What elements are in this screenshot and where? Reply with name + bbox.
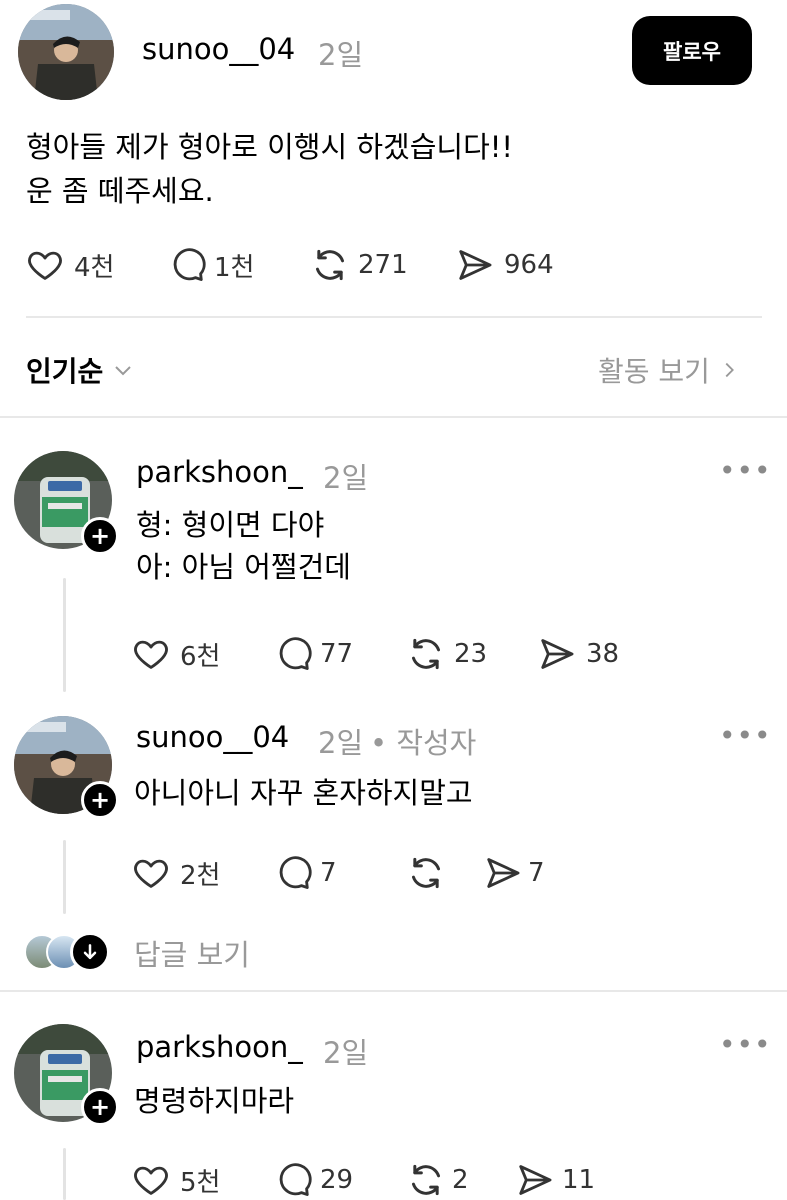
reply-text-line-1: 명령하지마라 xyxy=(134,1084,295,1118)
post-username[interactable]: sunoo__04 xyxy=(142,32,295,66)
share-button[interactable]: 7 xyxy=(484,854,545,892)
reply-username[interactable]: parkshoon_ xyxy=(136,1030,303,1064)
activity-label: 활동 보기 xyxy=(598,355,710,388)
like-count: 5천 xyxy=(180,1167,221,1198)
like-button[interactable]: 2천 xyxy=(132,854,274,892)
author-tag: • 작성자 xyxy=(370,726,477,760)
repost-icon xyxy=(406,634,446,674)
sort-divider xyxy=(0,416,787,418)
chevron-down-icon xyxy=(115,366,131,376)
activity-link[interactable]: 활동 보기 xyxy=(598,350,740,390)
comment-button[interactable]: 7 xyxy=(274,854,406,892)
comment-bubble-icon xyxy=(274,854,312,892)
share-button[interactable]: 38 xyxy=(538,635,619,673)
reply-username[interactable]: parkshoon_ xyxy=(136,455,303,489)
sort-label: 인기순 xyxy=(26,355,104,388)
repost-count: 2 xyxy=(452,1165,469,1195)
share-count: 38 xyxy=(586,639,620,669)
thread-line xyxy=(63,578,66,692)
repost-button[interactable]: 271 xyxy=(310,245,456,285)
reply-text-line-2: 아: 아님 어쩔건데 xyxy=(136,550,351,584)
follow-plus-button[interactable]: + xyxy=(81,781,119,819)
comment-bubble-icon xyxy=(168,246,206,284)
repost-button[interactable]: 23 xyxy=(406,634,538,674)
post-avatar[interactable] xyxy=(18,4,114,100)
reply-time: 2일 xyxy=(323,461,369,495)
heart-icon xyxy=(132,854,170,892)
post-text-line-1: 형아들 제가 형아로 이행시 하겠습니다!! xyxy=(26,130,514,164)
share-button[interactable]: 964 xyxy=(456,246,554,284)
more-dots-icon[interactable]: ••• xyxy=(719,454,772,487)
post-text-line-2: 운 좀 떼주세요. xyxy=(26,174,214,208)
like-button[interactable]: 5천 xyxy=(132,1161,274,1199)
reply-username[interactable]: sunoo__04 xyxy=(136,720,289,754)
send-icon xyxy=(456,246,494,284)
send-icon xyxy=(484,854,522,892)
heart-icon xyxy=(26,246,64,284)
comment-bubble-icon xyxy=(274,635,312,673)
comment-count: 1천 xyxy=(214,252,255,283)
comment-button[interactable]: 1천 xyxy=(168,246,310,284)
post-divider xyxy=(26,316,762,318)
like-count: 6천 xyxy=(180,641,221,672)
reply-actions: 2천 7 7 xyxy=(132,851,545,895)
follow-plus-button[interactable]: + xyxy=(81,1088,119,1126)
repost-icon xyxy=(406,853,446,893)
send-icon xyxy=(538,635,576,673)
view-replies-avatars[interactable] xyxy=(24,932,110,972)
reply-text-line-1: 아니아니 자꾸 혼자하지말고 xyxy=(134,776,473,810)
like-button[interactable]: 4천 xyxy=(26,246,168,284)
follow-plus-button[interactable]: + xyxy=(81,517,119,555)
share-button[interactable]: 11 xyxy=(516,1161,595,1199)
follow-button-label: 팔로우 xyxy=(663,39,721,64)
more-dots-icon[interactable]: ••• xyxy=(719,719,772,752)
reply-time: 2일 xyxy=(323,1036,369,1070)
repost-count: 23 xyxy=(454,639,488,669)
comment-count: 77 xyxy=(320,639,354,669)
thread-line xyxy=(63,1148,66,1200)
reply-actions: 5천 29 2 11 xyxy=(132,1158,595,1200)
thread-line xyxy=(63,840,66,914)
arrow-down-icon xyxy=(70,932,110,972)
reply-time: 2일 xyxy=(318,726,364,760)
view-replies-link[interactable]: 답글 보기 xyxy=(134,932,250,974)
reply-text-line-1: 형: 형이면 다야 xyxy=(136,508,325,542)
like-count: 2천 xyxy=(180,860,221,891)
repost-icon xyxy=(406,1160,446,1200)
comment-button[interactable]: 29 xyxy=(274,1161,406,1199)
share-count: 11 xyxy=(562,1165,596,1195)
like-button[interactable]: 6천 xyxy=(132,635,274,673)
repost-button[interactable] xyxy=(406,853,484,893)
post-actions: 4천 1천 271 964 xyxy=(26,243,554,287)
more-dots-icon[interactable]: ••• xyxy=(719,1028,772,1061)
reply-divider xyxy=(0,990,787,992)
share-count: 7 xyxy=(528,858,545,888)
comment-bubble-icon xyxy=(274,1161,312,1199)
heart-icon xyxy=(132,635,170,673)
share-count: 964 xyxy=(504,250,554,280)
follow-button[interactable]: 팔로우 xyxy=(632,16,752,85)
like-count: 4천 xyxy=(74,252,115,283)
repost-button[interactable]: 2 xyxy=(406,1160,516,1200)
comment-button[interactable]: 77 xyxy=(274,635,406,673)
repost-count: 271 xyxy=(358,250,408,280)
repost-icon xyxy=(310,245,350,285)
sort-dropdown[interactable]: 인기순 xyxy=(26,350,135,390)
comment-count: 7 xyxy=(320,858,337,888)
comment-count: 29 xyxy=(320,1165,354,1195)
post-time: 2일 xyxy=(318,38,364,72)
heart-icon xyxy=(132,1161,170,1199)
reply-actions: 6천 77 23 38 xyxy=(132,632,619,676)
chevron-right-icon xyxy=(725,362,734,378)
send-icon xyxy=(516,1161,554,1199)
